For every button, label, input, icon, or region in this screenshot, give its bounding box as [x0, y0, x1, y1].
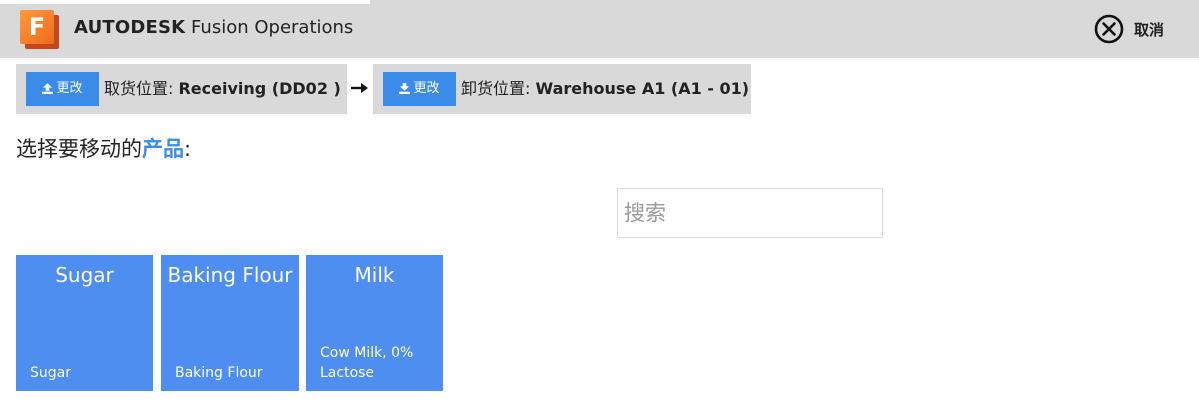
select-product-prompt: 选择要移动的产品:: [16, 134, 191, 164]
pickup-location-label: 取货位置:: [104, 79, 179, 98]
prompt-suffix: :: [184, 137, 192, 161]
dropoff-location-panel: 更改 卸货位置: Warehouse A1 (A1 - 01): [373, 64, 751, 114]
change-pickup-button[interactable]: 更改: [26, 72, 99, 106]
brand-autodesk: AUTODESK: [74, 17, 186, 38]
product-tile-baking-flour[interactable]: Baking Flour Baking Flour: [161, 255, 299, 391]
app-header: F AUTODESK Fusion Operations 取消: [0, 0, 1199, 58]
product-tile-description: Baking Flour: [175, 365, 263, 381]
download-icon: [399, 83, 411, 94]
logo-letter: F: [20, 10, 54, 44]
cancel-label: 取消: [1134, 20, 1165, 39]
search-input[interactable]: [617, 188, 883, 238]
close-circle-icon: [1094, 14, 1124, 44]
dropoff-location-label: 卸货位置:: [461, 79, 536, 98]
change-dropoff-label: 更改: [413, 81, 440, 96]
brand-product: Fusion Operations: [185, 17, 354, 38]
product-tile-description: Sugar: [30, 365, 71, 381]
pickup-location-text: 取货位置: Receiving (DD02 ): [104, 77, 341, 101]
prompt-highlight: 产品: [142, 137, 184, 161]
prompt-prefix: 选择要移动的: [16, 137, 142, 161]
arrow-right-icon: [351, 83, 368, 93]
product-tile-name: Sugar: [55, 263, 114, 287]
pickup-location-panel: 更改 取货位置: Receiving (DD02 ): [16, 64, 347, 114]
change-dropoff-button[interactable]: 更改: [383, 72, 456, 106]
product-tile-milk[interactable]: Milk Cow Milk, 0% Lactose: [306, 255, 443, 391]
product-tile-name: Baking Flour: [167, 263, 293, 287]
dropoff-location-text: 卸货位置: Warehouse A1 (A1 - 01): [461, 77, 749, 101]
pickup-location-value: Receiving (DD02 ): [178, 79, 341, 98]
change-pickup-label: 更改: [56, 81, 83, 96]
product-tile-description: Cow Milk, 0% Lactose: [320, 345, 414, 381]
app-title: AUTODESK Fusion Operations: [74, 17, 353, 39]
product-tile-sugar[interactable]: Sugar Sugar: [16, 255, 153, 391]
upload-icon: [42, 83, 54, 94]
product-tile-name: Milk: [354, 263, 395, 287]
fusion-logo-icon: F: [20, 10, 60, 49]
cancel-button[interactable]: 取消: [1094, 13, 1164, 45]
dropoff-location-value: Warehouse A1 (A1 - 01): [535, 79, 750, 98]
header-tab-strip: [0, 0, 370, 4]
